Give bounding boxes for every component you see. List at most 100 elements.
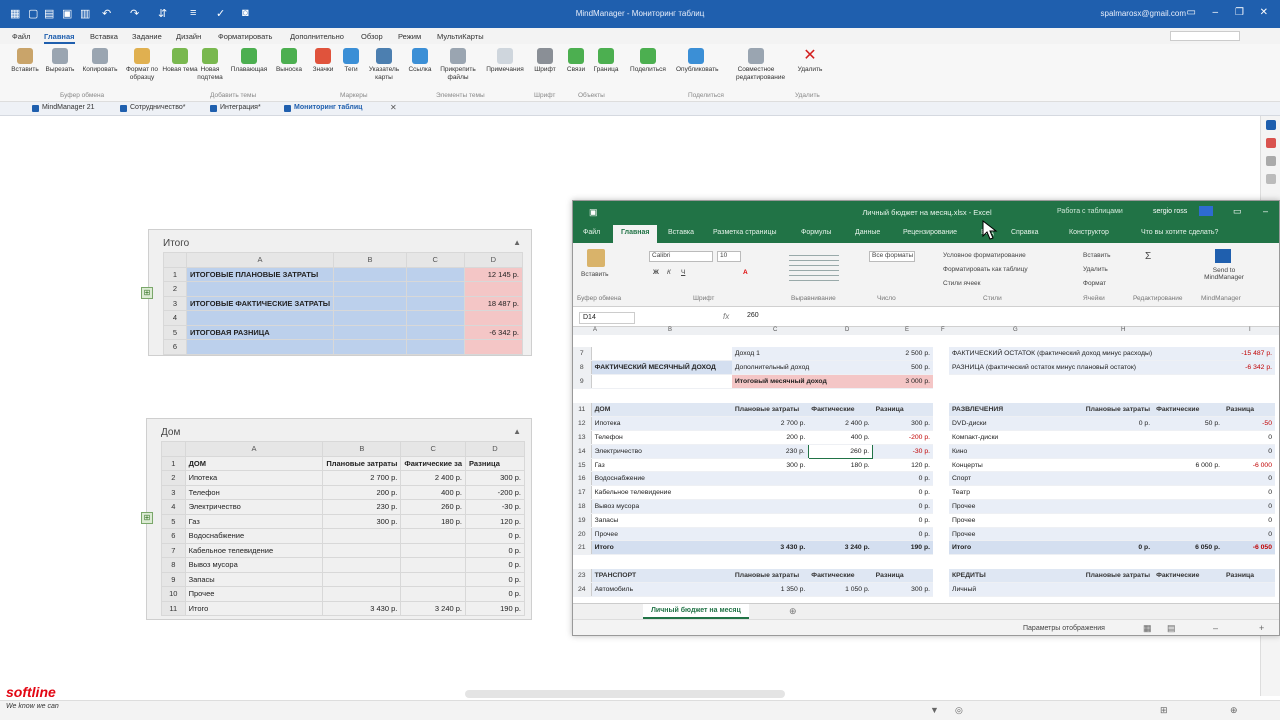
co-edit-button[interactable]: Совместное редактирование [736,48,785,82]
menu-view[interactable]: Режим [398,32,421,41]
format-cells-button[interactable]: Формат [1083,280,1106,287]
format-table-button[interactable]: Форматировать как таблицу [943,266,1028,273]
italic-icon[interactable]: К [667,269,671,276]
expand-icon[interactable]: ⊞ [141,287,153,299]
number-format-select[interactable]: Все форматы [869,251,915,262]
zoom-icon[interactable]: ⊕ [1230,705,1238,716]
new-subtopic-button[interactable]: Новая подтема [190,48,230,82]
font-size-select[interactable]: 10 [717,251,741,262]
name-box[interactable]: D14 [579,312,635,324]
share-button[interactable]: Поделиться [628,48,668,74]
user-email[interactable]: spalmarosx@gmail.com [1101,9,1186,18]
publish-button[interactable]: Опубликовать [676,48,719,74]
insert-cells-button[interactable]: Вставить [1083,252,1111,259]
ribbon-options-icon[interactable]: ▭ [1233,206,1242,217]
map-index-button[interactable]: Указатель карты [364,48,404,82]
topic-itogo[interactable]: Итого ▲ A B C D 1 ИТОГОВЫЕ ПЛАНОВЫЕ ЗАТРА… [148,229,532,356]
menu-advanced[interactable]: Дополнительно [290,32,344,41]
collapse-icon[interactable]: ▲ [513,238,521,247]
table-row: 3 Телефон 200 р. 400 р. -200 р. [161,484,525,500]
border-button[interactable]: Граница [586,48,626,74]
avatar[interactable] [1199,206,1213,216]
panel-icon[interactable] [1266,120,1276,130]
menu-review[interactable]: Обзор [361,32,383,41]
menu-task[interactable]: Задание [132,32,162,41]
collapse-icon[interactable]: ▲ [513,427,521,436]
zoom-in-icon[interactable]: + [1259,623,1264,633]
format-painter-button[interactable]: Формат по образцу [122,48,162,82]
xl-tab-file[interactable]: Файл [583,229,600,236]
delete-button[interactable]: ✕ Удалить [790,48,830,74]
notes-button[interactable]: Примечания [485,48,525,74]
search-panel-icon[interactable] [1266,174,1276,184]
cell-styles-button[interactable]: Стили ячеек [943,280,981,287]
xl-tab-home[interactable]: Главная [613,225,658,243]
doc-tab-collaboration[interactable]: Сотрудничество* [120,104,185,112]
cut-button[interactable]: Вырезать [40,48,80,74]
close-button[interactable]: ✕ [1260,7,1268,18]
softline-logo: softline We know we can [6,684,86,716]
menu-home[interactable]: Главная [44,32,75,44]
floating-button[interactable]: Плавающая [229,48,269,74]
copy-button[interactable]: Копировать [80,48,120,74]
menu-format[interactable]: Форматировать [218,32,272,41]
xl-tab-help[interactable]: Справка [1011,229,1038,236]
menu-file[interactable]: Файл [12,32,30,41]
doc-tab-integration[interactable]: Интеграция* [210,104,261,112]
worksheet[interactable]: 7 Доход 12 500 р. 8 ФАКТИЧЕСКИЙ МЕСЯЧНЫЙ Д… [573,335,1279,605]
formula-input[interactable]: 260 [747,312,759,319]
expand-icon[interactable]: ⊞ [141,512,153,524]
selected-cell[interactable]: 260 р. [807,443,874,459]
horizontal-scrollbar[interactable] [465,690,785,698]
focus-icon[interactable]: ◎ [955,705,963,716]
sheet-tab-budget[interactable]: Личный бюджет на месяц [643,604,749,619]
cond-format-button[interactable]: Условное форматирование [943,252,1026,259]
xl-tab-data[interactable]: Данные [855,229,880,236]
search-input[interactable] [1170,31,1240,41]
zoom-out-icon[interactable]: – [1213,623,1218,633]
link-button[interactable]: Ссылка [400,48,440,74]
xl-tab-design[interactable]: Конструктор [1069,229,1109,236]
filter-icon[interactable]: ▼ [930,705,939,715]
xl-tab-review[interactable]: Рецензирование [903,229,957,236]
notes-icon [497,48,513,64]
paste-icon[interactable] [587,249,605,267]
normal-view-icon[interactable]: ▦ [1143,623,1152,634]
display-settings[interactable]: Параметры отображения [1023,625,1105,632]
menu-design[interactable]: Дизайн [176,32,201,41]
topic-dom[interactable]: Дом ▲ A B C D 1 ДОМ Плановые затраты Фактич… [146,418,532,620]
mindmanager-icon[interactable] [1215,249,1231,263]
doc-tab-monitoring[interactable]: Мониторинг таблиц [284,104,362,112]
close-tab-icon[interactable]: ✕ [390,103,397,112]
page-layout-icon[interactable]: ▤ [1167,623,1176,634]
alignment-icon[interactable] [789,251,839,281]
autosum-icon[interactable]: Σ [1145,251,1151,262]
xl-tab-page-layout[interactable]: Разметка страницы [713,229,777,236]
task-panel-icon[interactable] [1266,138,1276,148]
menu-multimaps[interactable]: МультиКарты [437,32,484,41]
attach-button[interactable]: Прикрепить файлы [438,48,478,82]
fit-map-icon[interactable]: ⊞ [1160,705,1168,716]
ribbon-display-icon[interactable]: ▭ [1187,7,1196,18]
paste-button[interactable]: Вставить [5,48,45,74]
restore-button[interactable]: ❐ [1235,7,1244,18]
xl-tab-formulas[interactable]: Формулы [801,229,831,236]
menu-insert[interactable]: Вставка [90,32,118,41]
excel-minimize-button[interactable]: – [1263,206,1268,216]
xl-tab-insert[interactable]: Вставка [668,229,694,236]
xl-paste-button[interactable]: Вставить [581,271,609,278]
add-sheet-icon[interactable]: ⊕ [789,606,797,617]
underline-icon[interactable]: Ч [681,269,685,276]
bold-icon[interactable]: Ж [653,269,659,276]
delete-cells-button[interactable]: Удалить [1083,266,1108,273]
excel-window[interactable]: ▣ Личный бюджет на месяц.xlsx - Excel Ра… [572,200,1280,636]
excel-user[interactable]: sergio ross [1153,208,1187,215]
doc-tab-mindmanager21[interactable]: MindManager 21 [32,104,95,112]
minimize-button[interactable]: – [1212,7,1218,18]
send-to-mindmanager-button[interactable]: Send to MindManager [1199,267,1249,281]
fx-icon[interactable]: fx [723,312,729,321]
xl-tell-me[interactable]: Что вы хотите сделать? [1141,229,1218,236]
library-icon[interactable] [1266,156,1276,166]
font-name-select[interactable]: Calibri [649,251,713,262]
font-color-icon[interactable]: A [743,269,748,276]
